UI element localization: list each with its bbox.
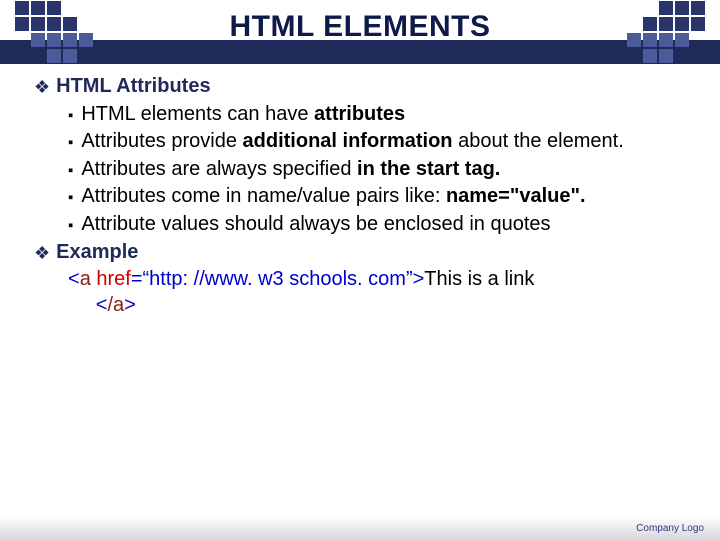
bullet-text: Attributes provide additional informatio… xyxy=(81,129,694,155)
section-heading-text: HTML Attributes xyxy=(56,74,210,100)
text-fragment: Attributes are always specified xyxy=(81,158,357,180)
decorative-squares-left xyxy=(14,0,94,64)
bullet-item: ▪ Attributes are always specified in the… xyxy=(68,157,694,183)
content-area: ❖ HTML Attributes ▪ HTML elements can ha… xyxy=(34,72,694,318)
code-fragment: /a xyxy=(107,294,124,316)
text-fragment: about the element. xyxy=(453,130,624,152)
code-fragment: href xyxy=(96,268,130,290)
bullet-text: Attributes come in name/value pairs like… xyxy=(81,184,694,210)
footer-logo-text: Company Logo xyxy=(636,523,704,534)
square-bullet-icon: ▪ xyxy=(68,106,73,125)
bold-fragment: name="value". xyxy=(446,185,586,207)
code-fragment: This is a link xyxy=(424,268,534,290)
decorative-squares-right xyxy=(626,0,706,64)
bold-fragment: in the start tag. xyxy=(357,158,500,180)
bullet-item: ▪ Attribute values should always be encl… xyxy=(68,212,694,238)
bullet-item: ▪ Attributes provide additional informat… xyxy=(68,129,694,155)
text-fragment: Attributes come in name/value pairs like… xyxy=(81,185,446,207)
bullet-item: ▪ HTML elements can have attributes xyxy=(68,102,694,128)
bullet-text: Attributes are always specified in the s… xyxy=(81,157,694,183)
code-fragment: < xyxy=(68,268,80,290)
slide-title: HTML ELEMENTS xyxy=(0,10,720,44)
bold-fragment: attributes xyxy=(314,103,405,125)
code-fragment: =“http: //www. w3 schools. com” xyxy=(131,268,413,290)
diamond-bullet-icon: ❖ xyxy=(34,76,50,99)
square-bullet-icon: ▪ xyxy=(68,161,73,180)
section-heading-text: Example xyxy=(56,240,138,266)
section-heading-attributes: ❖ HTML Attributes xyxy=(34,74,694,100)
square-bullet-icon: ▪ xyxy=(68,188,73,207)
code-fragment: < xyxy=(96,294,108,316)
square-bullet-icon: ▪ xyxy=(68,216,73,235)
code-fragment: a xyxy=(80,268,97,290)
code-fragment: > xyxy=(413,268,425,290)
section-heading-example: ❖ Example xyxy=(34,240,694,266)
bullet-text: HTML elements can have attributes xyxy=(81,102,694,128)
bold-fragment: additional information xyxy=(243,130,453,152)
diamond-bullet-icon: ❖ xyxy=(34,242,50,265)
bullet-list: ▪ HTML elements can have attributes ▪ At… xyxy=(68,102,694,238)
text-fragment: Attributes provide xyxy=(81,130,242,152)
footer-gradient xyxy=(0,516,720,540)
bullet-item: ▪ Attributes come in name/value pairs li… xyxy=(68,184,694,210)
code-fragment: > xyxy=(124,294,136,316)
text-fragment: HTML elements can have xyxy=(81,103,314,125)
bullet-text: Attribute values should always be enclos… xyxy=(81,212,694,238)
square-bullet-icon: ▪ xyxy=(68,133,73,152)
code-example: <a href=“http: //www. w3 schools. com”>T… xyxy=(68,267,694,318)
